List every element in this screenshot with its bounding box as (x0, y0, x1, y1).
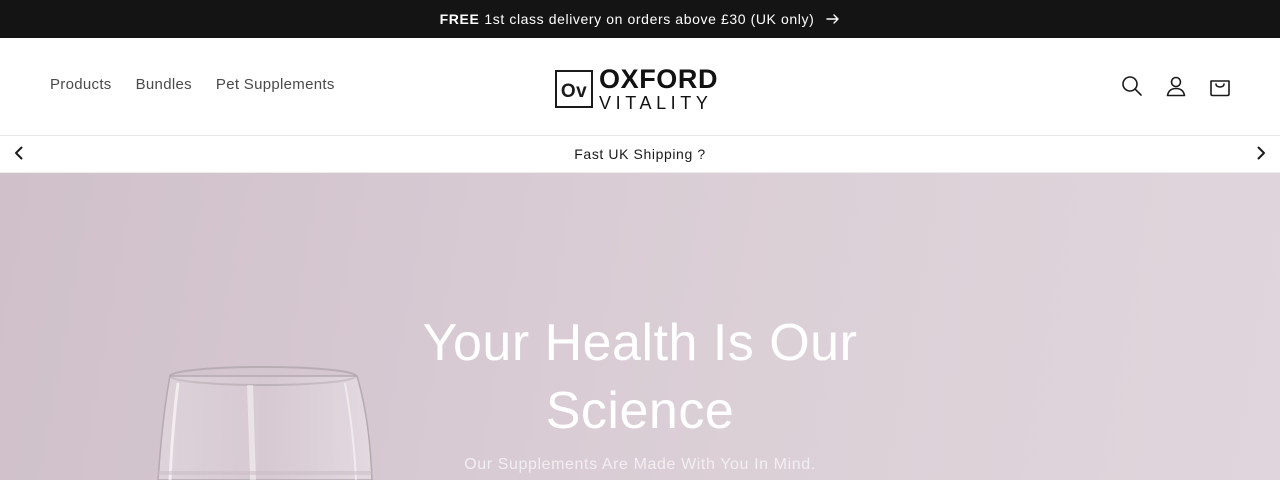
site-header: Products Bundles Pet Supplements Ov OXFO… (0, 38, 1280, 136)
cart-icon[interactable] (1208, 74, 1232, 98)
hero-subtitle: Our Supplements Are Made With You In Min… (464, 456, 816, 473)
chevron-left-icon[interactable] (10, 144, 28, 167)
nav-item-products[interactable]: Products (50, 76, 112, 93)
nav-item-pet-supplements[interactable]: Pet Supplements (216, 76, 335, 93)
hero-glass-image (157, 366, 373, 480)
hero-title: Your Health Is Our Science (422, 314, 858, 440)
announcement-link[interactable]: FREE 1st class delivery on orders above … (440, 11, 841, 27)
logo-mark: Ov (555, 70, 593, 108)
hero-banner: Your Health Is Our Science Our Supplemen… (0, 173, 1280, 480)
announcement-bar: FREE 1st class delivery on orders above … (0, 0, 1280, 38)
site-logo[interactable]: Ov OXFORD VITALITY (555, 66, 718, 112)
announcement-slider: Fast UK Shipping ? (0, 136, 1280, 173)
announcement-text: 1st class delivery on orders above £30 (… (484, 11, 815, 27)
chevron-right-icon[interactable] (1252, 144, 1270, 167)
logo-bottom-text: VITALITY (599, 93, 713, 113)
nav-item-bundles[interactable]: Bundles (136, 76, 192, 93)
header-icons (1120, 74, 1232, 98)
search-icon[interactable] (1120, 74, 1144, 98)
slider-text: Fast UK Shipping ? (574, 146, 706, 162)
arrow-right-icon (826, 13, 840, 25)
logo-wordmark: OXFORD VITALITY (599, 64, 719, 113)
logo-top-text: OXFORD (599, 64, 719, 94)
main-nav: Products Bundles Pet Supplements (50, 76, 335, 93)
announcement-bold: FREE (439, 11, 480, 27)
account-icon[interactable] (1164, 74, 1188, 98)
